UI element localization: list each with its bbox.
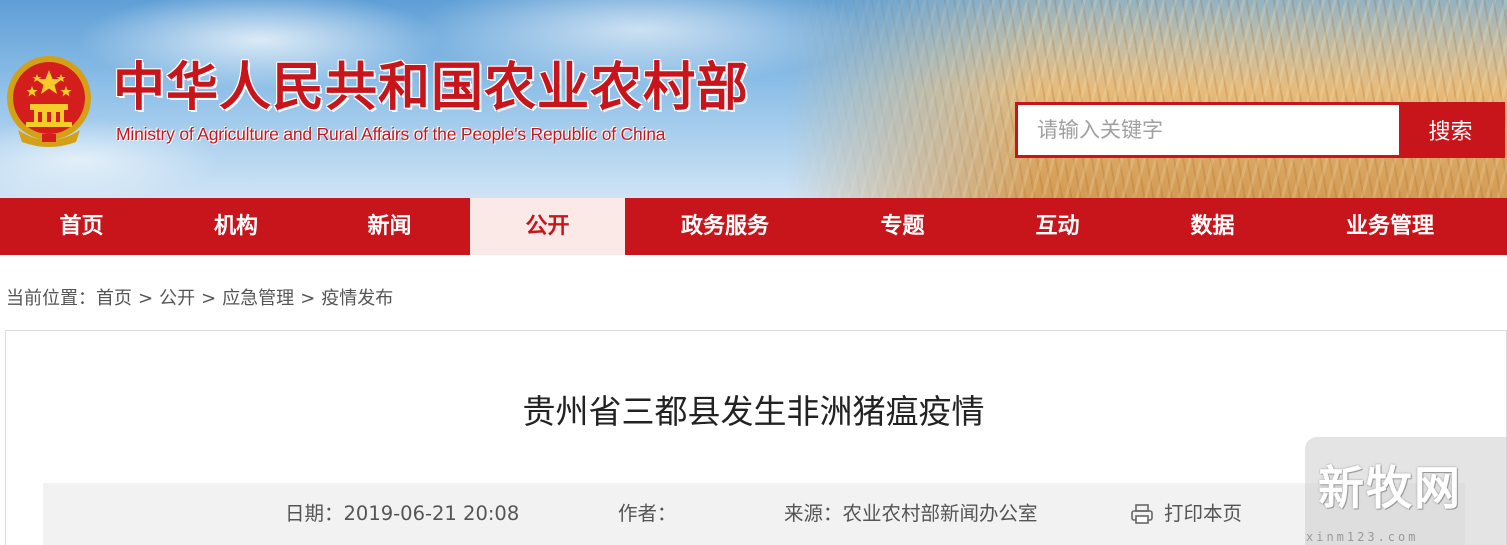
breadcrumb-item-emergency-management[interactable]: 应急管理 <box>222 288 294 309</box>
printer-icon <box>1130 503 1154 525</box>
nav-item-news[interactable]: 新闻 <box>309 198 470 255</box>
nav-item-organization[interactable]: 机构 <box>163 198 309 255</box>
search-button[interactable]: 搜索 <box>1399 105 1502 155</box>
site-subtitle: Ministry of Agriculture and Rural Affair… <box>116 124 666 144</box>
breadcrumb: 当前位置：首页 > 公开 > 应急管理 > 疫情发布 <box>6 286 393 312</box>
nav-item-topics[interactable]: 专题 <box>825 198 980 255</box>
breadcrumb-item-home[interactable]: 首页 <box>96 288 132 309</box>
nav-item-data[interactable]: 数据 <box>1135 198 1290 255</box>
article-author: 作者： <box>618 500 677 528</box>
nav-item-business-management[interactable]: 业务管理 <box>1290 198 1490 255</box>
wheat-field-background <box>787 0 1507 198</box>
article-title: 贵州省三都县发生非洲猪瘟疫情 <box>522 392 985 431</box>
nav-item-interaction[interactable]: 互动 <box>980 198 1135 255</box>
nav-item-home[interactable]: 首页 <box>0 198 163 255</box>
print-page-link[interactable]: 打印本页 <box>1130 500 1242 528</box>
watermark-text: 新牧网 <box>1318 461 1462 515</box>
breadcrumb-item-public[interactable]: 公开 <box>159 288 195 309</box>
search-box: 搜索 <box>1015 102 1505 158</box>
article-date: 日期：2019-06-21 20:08 <box>285 500 519 528</box>
breadcrumb-separator: > <box>138 288 154 309</box>
source-label: 来源： <box>784 502 843 525</box>
watermark-url: xinm123.com <box>1306 530 1419 544</box>
date-label: 日期： <box>285 502 344 525</box>
breadcrumb-separator: > <box>201 288 217 309</box>
article-meta-bar <box>43 483 1465 545</box>
print-label: 打印本页 <box>1164 502 1243 525</box>
date-value: 2019-06-21 20:08 <box>343 502 520 525</box>
breadcrumb-separator: > <box>300 288 316 309</box>
source-value: 农业农村部新闻办公室 <box>842 502 1038 525</box>
nav-item-public[interactable]: 公开 <box>470 198 625 255</box>
national-emblem-icon <box>4 52 94 152</box>
author-label: 作者： <box>618 502 677 525</box>
breadcrumb-prefix: 当前位置： <box>6 288 96 309</box>
article-source: 来源：农业农村部新闻办公室 <box>784 500 1038 528</box>
main-nav: 首页 机构 新闻 公开 政务服务 专题 互动 数据 业务管理 <box>0 198 1507 255</box>
nav-item-government-services[interactable]: 政务服务 <box>625 198 825 255</box>
breadcrumb-item-epidemic-release[interactable]: 疫情发布 <box>321 288 393 309</box>
site-title: 中华人民共和国农业农村部 <box>113 57 750 118</box>
search-input[interactable] <box>1018 105 1399 155</box>
